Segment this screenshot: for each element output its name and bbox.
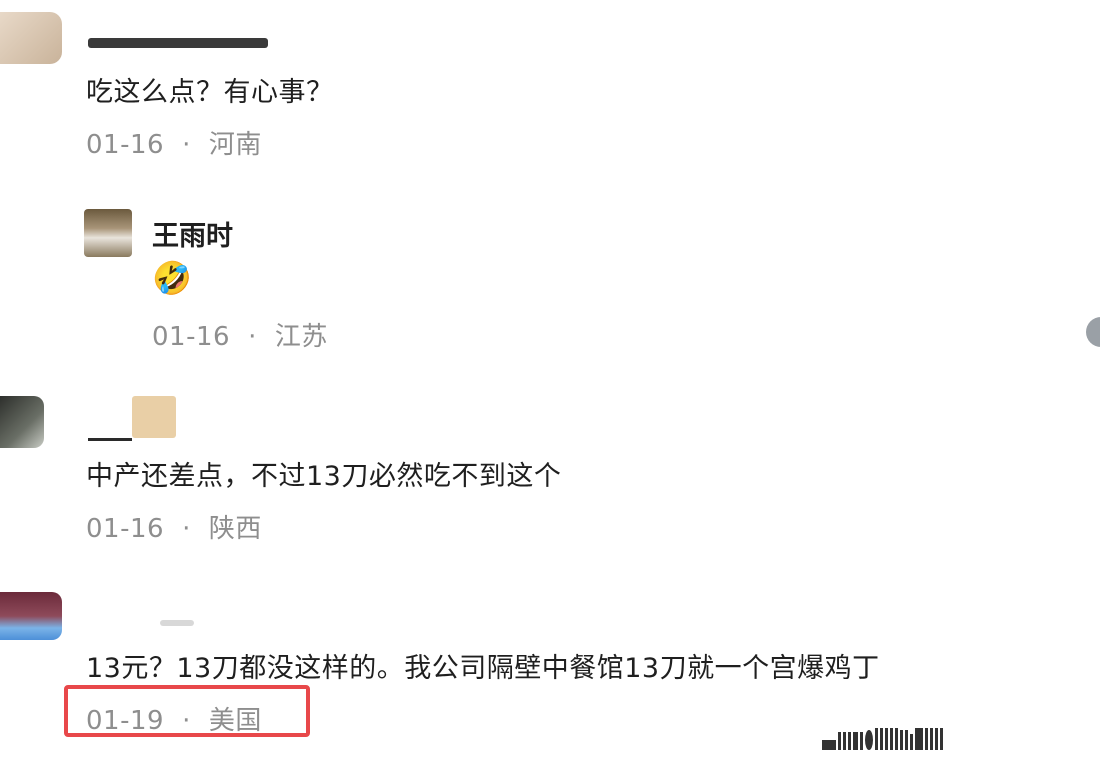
meta-separator: · [248,322,257,352]
scroll-indicator[interactable] [1086,317,1100,347]
comment-meta: 01-16 · 陕西 [86,508,262,545]
avatar[interactable] [0,592,62,640]
comment-location: 河南 [208,130,262,160]
watermark [822,728,943,750]
reply-date: 01-16 [152,322,231,352]
comment-text: 中产还差点，不过13刀必然吃不到这个 [86,461,562,492]
reply-location: 江苏 [274,322,328,352]
comment-date: 01-16 [86,130,165,160]
username-decoration [132,396,176,438]
avatar[interactable] [0,396,44,448]
comment-text: 吃这么点？有心事？ [86,77,334,108]
username-obscured[interactable] [160,620,194,626]
comment-meta: 01-16 · 河南 [86,124,262,161]
highlight-annotation-box [64,685,310,737]
username-obscured[interactable] [88,38,268,48]
comment-location: 陕西 [208,514,262,544]
meta-separator: · [182,130,191,160]
username-obscured[interactable] [88,438,132,441]
laughing-emoji-icon: 🤣 [152,259,192,297]
meta-separator: · [182,514,191,544]
reply-meta: 01-16 · 江苏 [152,316,328,353]
comment-date: 01-16 [86,514,165,544]
reply-author[interactable]: 王雨时 [152,214,233,253]
avatar[interactable] [84,209,132,257]
comment-text: 13元？13刀都没这样的。我公司隔壁中餐馆13刀就一个宫爆鸡丁 [86,653,880,684]
avatar[interactable] [0,12,62,64]
